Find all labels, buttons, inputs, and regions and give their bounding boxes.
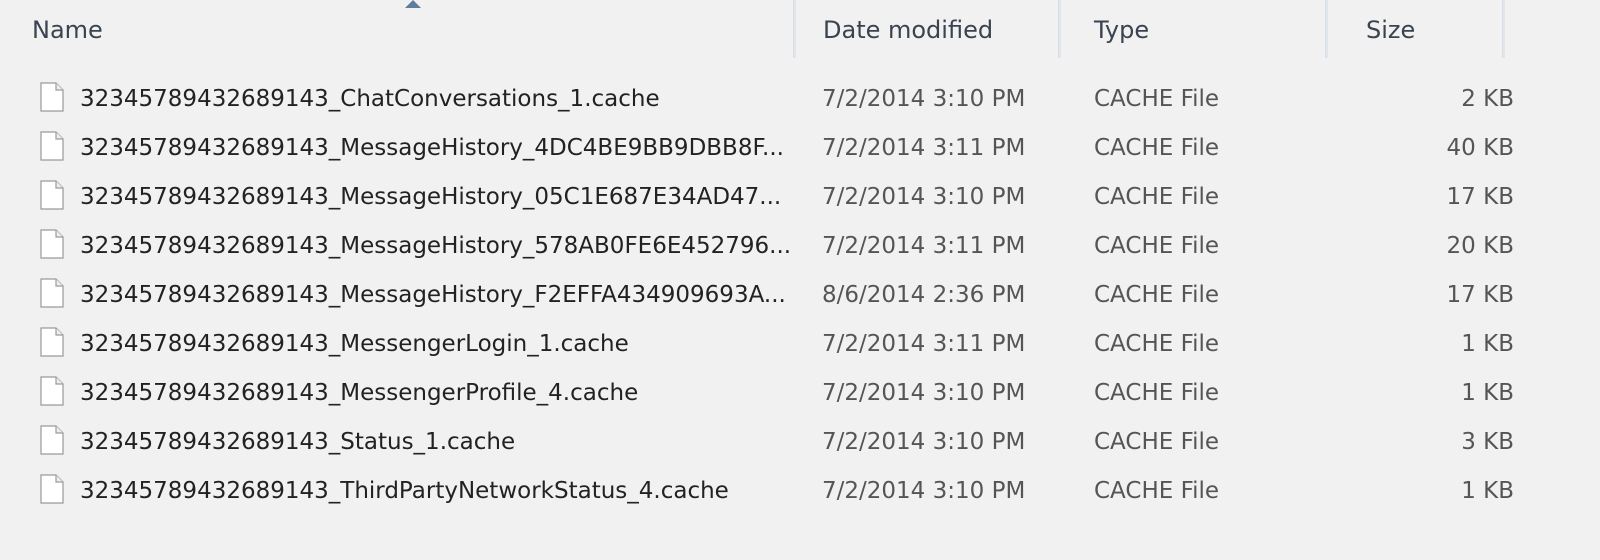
blank-document-icon [40,327,64,357]
blank-document-icon [40,180,64,210]
blank-document-icon [40,425,64,455]
blank-document-icon [40,278,64,308]
file-name: 32345789432689143_MessageHistory_578AB0F… [80,233,792,259]
file-size: 17 KB [1446,184,1514,210]
file-row[interactable]: 32345789432689143_MessageHistory_05C1E68… [0,172,1540,221]
file-size: 1 KB [1461,478,1514,504]
file-name: 32345789432689143_MessengerProfile_4.cac… [80,380,639,406]
file-date-modified: 7/2/2014 3:10 PM [822,478,1026,504]
file-type: CACHE File [1094,478,1220,504]
file-size: 2 KB [1461,86,1514,112]
column-header-date-modified[interactable]: Date modified [810,0,1082,58]
file-date-modified: 7/2/2014 3:11 PM [822,233,1026,259]
file-row[interactable]: 32345789432689143_MessageHistory_578AB0F… [0,221,1540,270]
file-name: 32345789432689143_MessageHistory_4DC4BE9… [80,135,784,161]
column-divider-size[interactable] [1502,0,1505,58]
file-list: 32345789432689143_ChatConversations_1.ca… [0,74,1540,515]
file-date-modified: 7/2/2014 3:10 PM [822,184,1026,210]
file-row[interactable]: 32345789432689143_MessengerLogin_1.cache… [0,319,1540,368]
file-name: 32345789432689143_ThirdPartyNetworkStatu… [80,478,729,504]
file-size: 1 KB [1461,380,1514,406]
file-size: 1 KB [1461,331,1514,357]
file-name: 32345789432689143_MessageHistory_F2EFFA4… [80,282,786,308]
sort-ascending-icon [405,0,421,8]
file-type: CACHE File [1094,184,1220,210]
column-header-date-label: Date modified [823,16,994,44]
file-date-modified: 7/2/2014 3:11 PM [822,135,1026,161]
file-type: CACHE File [1094,233,1220,259]
file-name: 32345789432689143_MessageHistory_05C1E68… [80,184,782,210]
file-date-modified: 7/2/2014 3:10 PM [822,86,1026,112]
blank-document-icon [40,229,64,259]
column-header-name-label: Name [32,16,103,44]
file-type: CACHE File [1094,380,1220,406]
file-row[interactable]: 32345789432689143_Status_1.cache 7/2/2014… [0,417,1540,466]
file-type: CACHE File [1094,86,1220,112]
file-date-modified: 7/2/2014 3:10 PM [822,429,1026,455]
column-divider-name[interactable] [793,0,796,58]
file-type: CACHE File [1094,135,1220,161]
file-date-modified: 8/6/2014 2:36 PM [822,282,1026,308]
file-date-modified: 7/2/2014 3:10 PM [822,380,1026,406]
column-header-type[interactable]: Type [1082,0,1352,58]
file-row[interactable]: 32345789432689143_ChatConversations_1.ca… [0,74,1540,123]
column-header-name[interactable]: Name [0,0,810,58]
column-divider-date[interactable] [1058,0,1061,58]
blank-document-icon [40,82,64,112]
file-size: 17 KB [1446,282,1514,308]
file-type: CACHE File [1094,331,1220,357]
file-name: 32345789432689143_ChatConversations_1.ca… [80,86,660,112]
file-name: 32345789432689143_Status_1.cache [80,429,516,455]
file-date-modified: 7/2/2014 3:11 PM [822,331,1026,357]
file-row[interactable]: 32345789432689143_MessageHistory_4DC4BE9… [0,123,1540,172]
blank-document-icon [40,474,64,504]
file-type: CACHE File [1094,429,1220,455]
file-size: 40 KB [1446,135,1514,161]
column-header-row: Name Date modified Type Size [0,0,1540,58]
column-divider-type[interactable] [1325,0,1328,58]
file-size: 3 KB [1461,429,1514,455]
file-row[interactable]: 32345789432689143_ThirdPartyNetworkStatu… [0,466,1540,515]
column-header-type-label: Type [1094,16,1150,44]
blank-document-icon [40,131,64,161]
file-name: 32345789432689143_MessengerLogin_1.cache [80,331,629,357]
file-type: CACHE File [1094,282,1220,308]
file-explorer-details-view: Name Date modified Type Size 32345789432… [0,0,1600,560]
file-row[interactable]: 32345789432689143_MessageHistory_F2EFFA4… [0,270,1540,319]
column-header-size[interactable]: Size [1352,0,1532,58]
blank-document-icon [40,376,64,406]
column-header-size-label: Size [1366,16,1416,44]
file-row[interactable]: 32345789432689143_MessengerProfile_4.cac… [0,368,1540,417]
file-size: 20 KB [1446,233,1514,259]
